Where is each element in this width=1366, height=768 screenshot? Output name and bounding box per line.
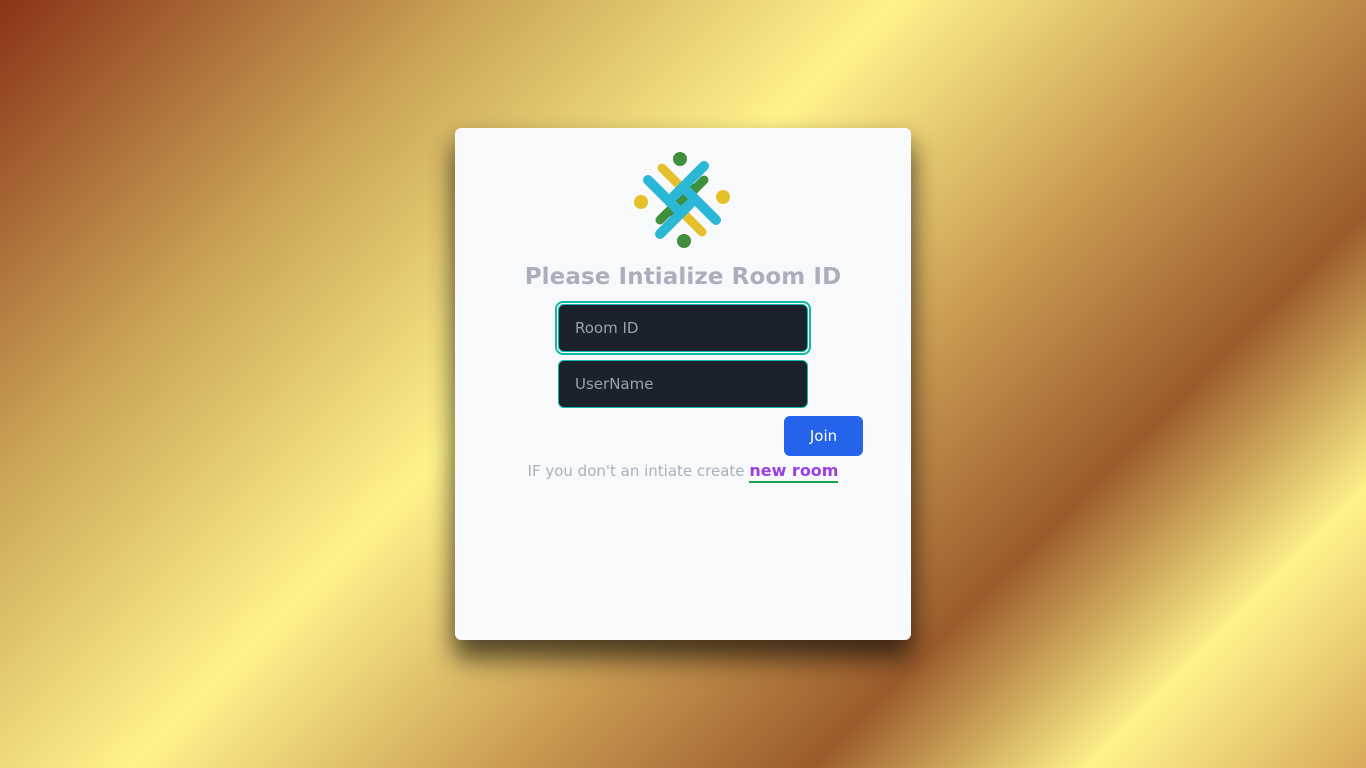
username-input[interactable] bbox=[558, 360, 808, 408]
new-room-link[interactable]: new room bbox=[749, 461, 839, 483]
hint-text: IF you don't an intiate create bbox=[527, 462, 745, 480]
join-button[interactable]: Join bbox=[784, 416, 863, 456]
login-card: Please Intialize Room ID Join IF you don… bbox=[455, 128, 911, 640]
people-circle-logo-icon bbox=[634, 152, 730, 248]
page-title: Please Intialize Room ID bbox=[524, 264, 842, 290]
room-id-input[interactable] bbox=[558, 304, 808, 352]
create-room-hint: IF you don't an intiate create new room bbox=[455, 461, 911, 483]
